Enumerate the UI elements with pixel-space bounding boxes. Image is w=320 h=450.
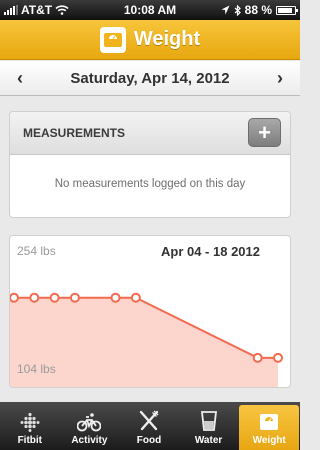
page-title: Weight	[133, 28, 201, 50]
app-screen: AT&T 10:08 AM 88 % Weight ‹ Saturday, Ap…	[0, 0, 300, 450]
previous-day-button[interactable]: ‹	[0, 61, 40, 96]
chevron-left-icon: ‹	[17, 68, 23, 88]
weight-data-point	[273, 352, 283, 363]
weight-chart[interactable]: 254 lbs 104 lbs Apr 04 - 18 2012	[9, 235, 291, 388]
empty-measurements-message: No measurements logged on this day	[54, 178, 246, 190]
plus-icon: +	[258, 119, 271, 145]
scale-icon	[260, 414, 279, 430]
tab-food-label: Food	[136, 435, 162, 446]
title-bar: Weight	[0, 20, 300, 60]
tab-food[interactable]: Food	[119, 402, 179, 450]
weight-data-point	[49, 292, 60, 303]
battery-percent: 88 %	[244, 3, 272, 17]
add-measurement-button[interactable]: +	[248, 118, 281, 147]
status-bar: AT&T 10:08 AM 88 %	[0, 0, 300, 20]
tab-bar: Fitbit Activity Food Water Weight	[0, 402, 300, 450]
weight-data-point	[130, 292, 141, 303]
tab-water-label: Water	[194, 435, 223, 446]
tab-fitbit-label: Fitbit	[17, 435, 43, 446]
bicycle-icon	[77, 413, 102, 432]
measurements-title: MEASUREMENTS	[23, 126, 126, 140]
chevron-right-icon: ›	[277, 68, 283, 88]
scale-icon	[99, 26, 126, 53]
tab-activity-label: Activity	[71, 435, 108, 446]
tab-water[interactable]: Water	[179, 402, 239, 450]
measurements-card: MEASUREMENTS + No measurements logged on…	[9, 111, 291, 218]
tab-fitbit[interactable]: Fitbit	[0, 402, 60, 450]
tab-weight[interactable]: Weight	[239, 405, 299, 450]
chart-date-range: Apr 04 - 18 2012	[160, 244, 260, 259]
date-navigation: ‹ Saturday, Apr 14, 2012 ›	[0, 61, 300, 96]
battery-icon	[276, 5, 298, 15]
weight-data-point	[110, 292, 121, 303]
y-axis-max-label: 254 lbs	[17, 244, 56, 258]
fork-knife-icon	[139, 410, 159, 431]
tab-activity[interactable]: Activity	[60, 402, 120, 450]
weight-data-point	[10, 292, 19, 303]
tab-weight-label: Weight	[252, 435, 286, 446]
current-date: Saturday, Apr 14, 2012	[70, 70, 230, 87]
fitbit-dots-icon	[20, 412, 40, 432]
location-arrow-icon	[221, 5, 230, 15]
next-day-button[interactable]: ›	[260, 61, 300, 96]
bluetooth-icon	[234, 4, 241, 16]
y-axis-min-label: 104 lbs	[17, 362, 56, 376]
weight-data-point	[29, 292, 40, 303]
weight-data-point	[69, 292, 80, 303]
weight-data-point	[252, 352, 263, 363]
glass-icon	[200, 411, 217, 431]
measurements-header: MEASUREMENTS +	[10, 112, 290, 155]
